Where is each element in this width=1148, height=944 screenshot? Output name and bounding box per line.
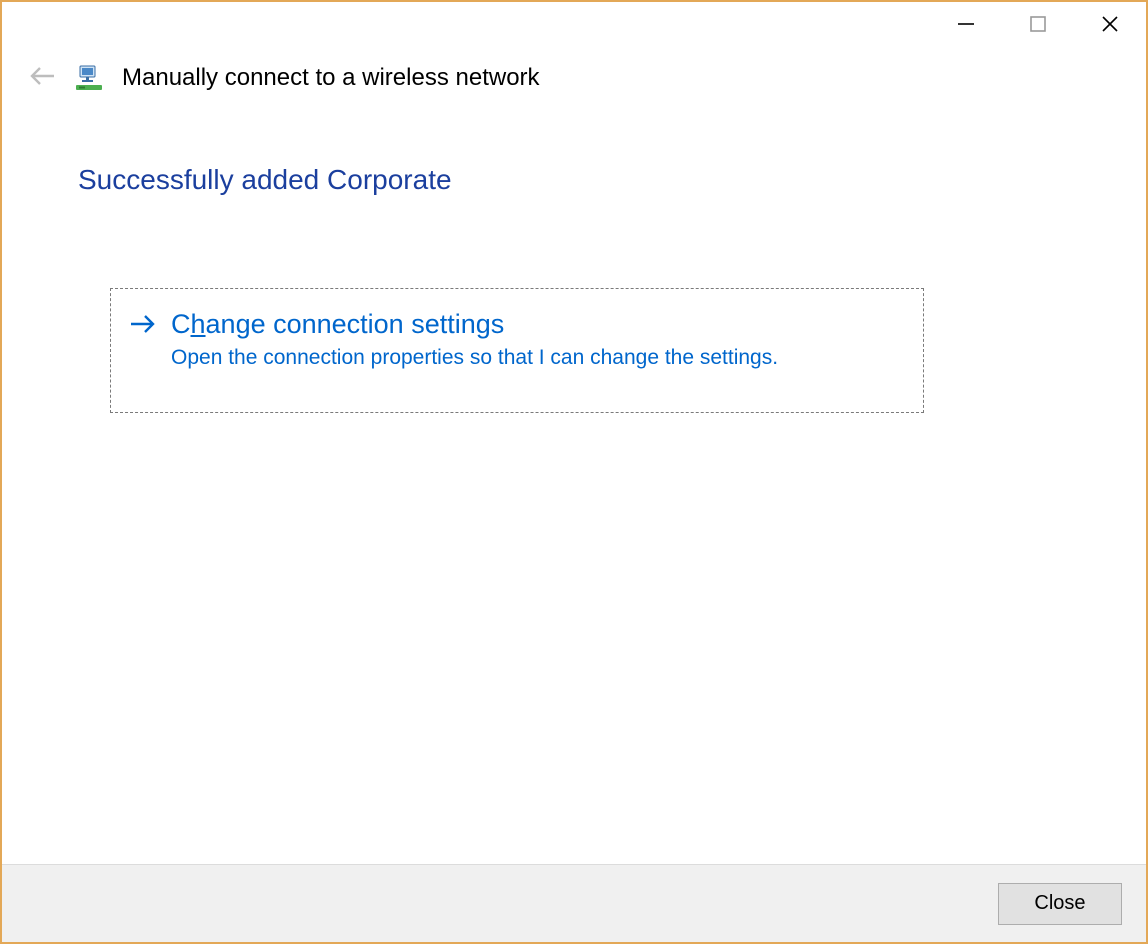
close-button[interactable]: Close <box>998 883 1122 925</box>
network-icon <box>74 65 104 91</box>
success-heading: Successfully added Corporate <box>78 164 1070 196</box>
change-connection-settings-option[interactable]: Change connection settings Open the conn… <box>110 288 924 413</box>
maximize-icon <box>1030 16 1046 32</box>
back-arrow-icon <box>28 65 56 92</box>
minimize-button[interactable] <box>930 2 1002 46</box>
close-icon <box>1101 15 1119 33</box>
window-close-button[interactable] <box>1074 2 1146 46</box>
minimize-icon <box>957 15 975 33</box>
titlebar <box>2 2 1146 50</box>
content-area: Successfully added Corporate Change conn… <box>2 92 1146 864</box>
header: Manually connect to a wireless network <box>2 50 1146 92</box>
option-description: Open the connection properties so that I… <box>171 346 778 370</box>
option-text-group: Change connection settings Open the conn… <box>171 307 778 370</box>
footer: Close <box>2 864 1146 942</box>
arrow-right-icon <box>129 313 157 340</box>
maximize-button[interactable] <box>1002 2 1074 46</box>
window-title: Manually connect to a wireless network <box>122 64 540 92</box>
option-title: Change connection settings <box>171 307 778 342</box>
